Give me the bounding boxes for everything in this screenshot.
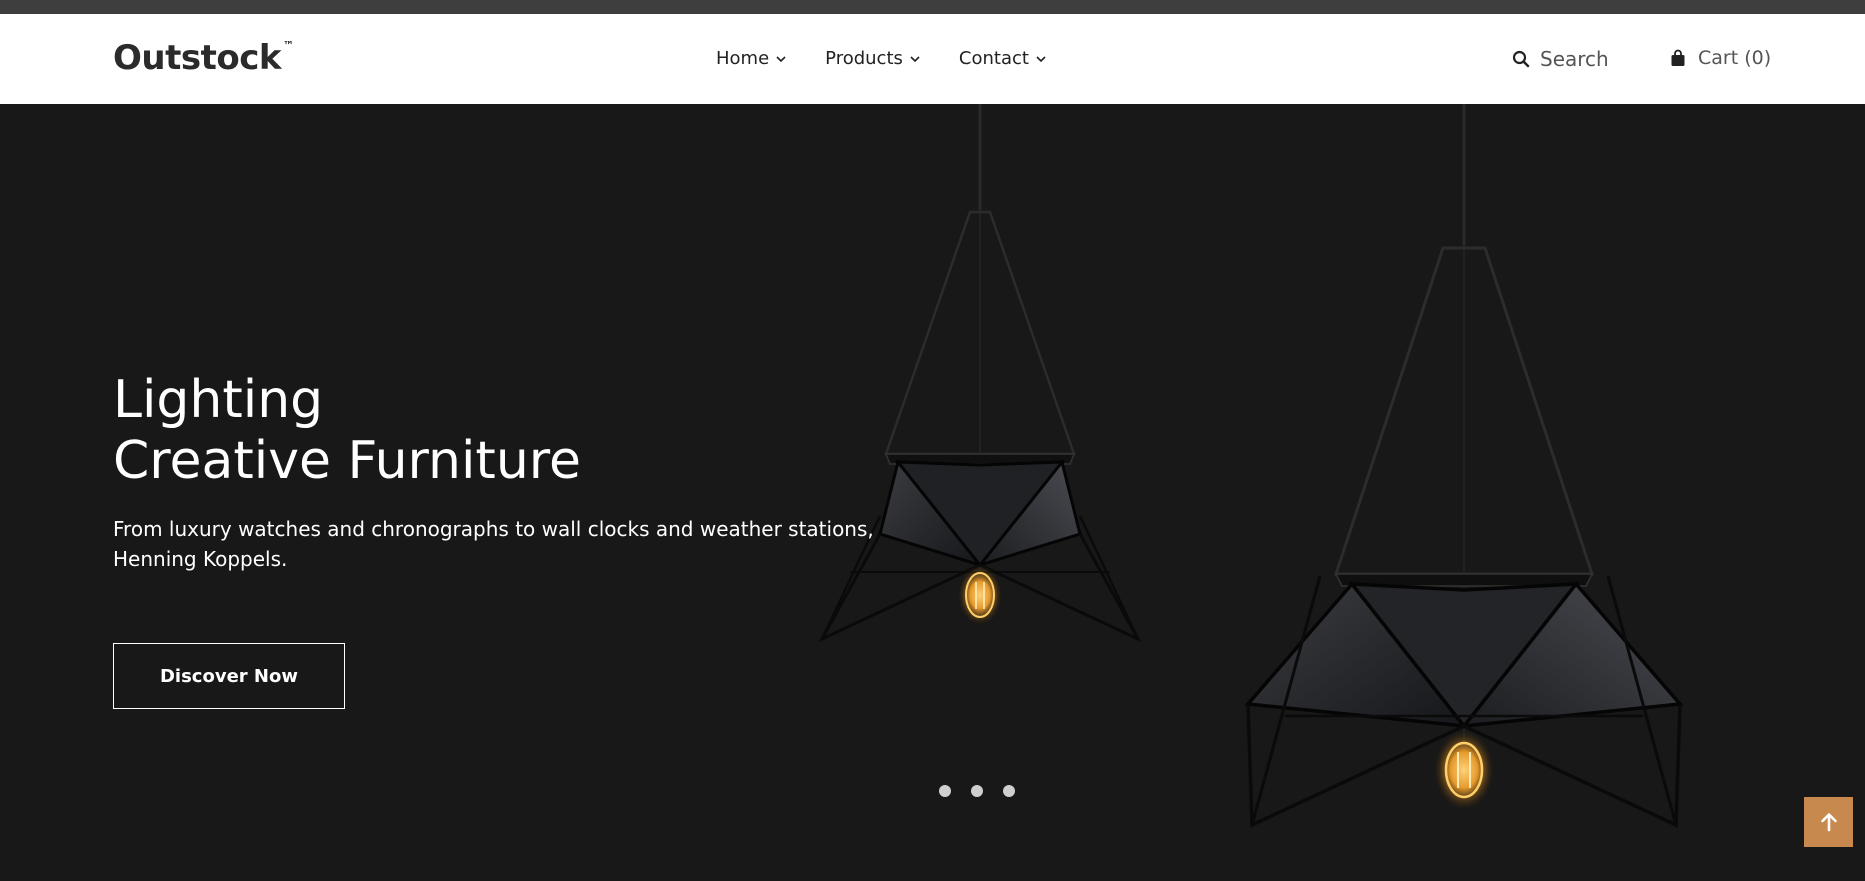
top-bar [0,0,1865,14]
hero-description-line2: Henning Koppels. [113,547,288,571]
cart-label: Cart (0) [1698,47,1772,69]
hero-slider: Lighting Creative Furniture From luxury … [0,104,1865,881]
nav-item-contact[interactable]: Contact [959,48,1047,69]
discover-now-button[interactable]: Discover Now [113,643,345,709]
arrow-up-icon [1820,813,1837,832]
hero-description: From luxury watches and chronographs to … [113,514,903,574]
search-icon [1512,50,1530,68]
hero-title: Lighting Creative Furniture [113,370,581,492]
nav-item-label: Home [716,48,770,69]
nav-item-home[interactable]: Home [716,48,787,69]
back-to-top-button[interactable] [1804,797,1853,847]
pendant-lamps-image [818,104,1684,828]
hero-title-line1: Lighting [113,370,324,430]
chevron-down-icon [776,55,786,62]
slider-dot-1[interactable] [939,785,951,797]
brand-logo[interactable]: Outstock ™ [113,38,294,78]
nav-item-products[interactable]: Products [825,48,921,69]
chevron-down-icon [1036,55,1046,62]
slider-dot-3[interactable] [1003,785,1015,797]
shopping-bag-icon [1671,49,1685,66]
hero-description-line1: From luxury watches and chronographs to … [113,517,874,541]
slider-dot-2[interactable] [971,785,983,797]
site-header: Outstock ™ Home Products Contact Search C… [0,14,1865,104]
main-nav: Home Products Contact [716,48,1085,69]
brand-trademark: ™ [282,38,294,52]
chevron-down-icon [910,55,920,62]
search-button[interactable]: Search [1512,47,1609,71]
nav-item-label: Products [825,48,903,69]
search-label: Search [1540,47,1609,71]
nav-item-label: Contact [958,48,1029,69]
cart-button[interactable]: Cart (0) [1670,47,1771,69]
hero-title-line2: Creative Furniture [113,431,581,491]
brand-name: Outstock [113,38,281,78]
slider-pagination [939,785,1015,797]
